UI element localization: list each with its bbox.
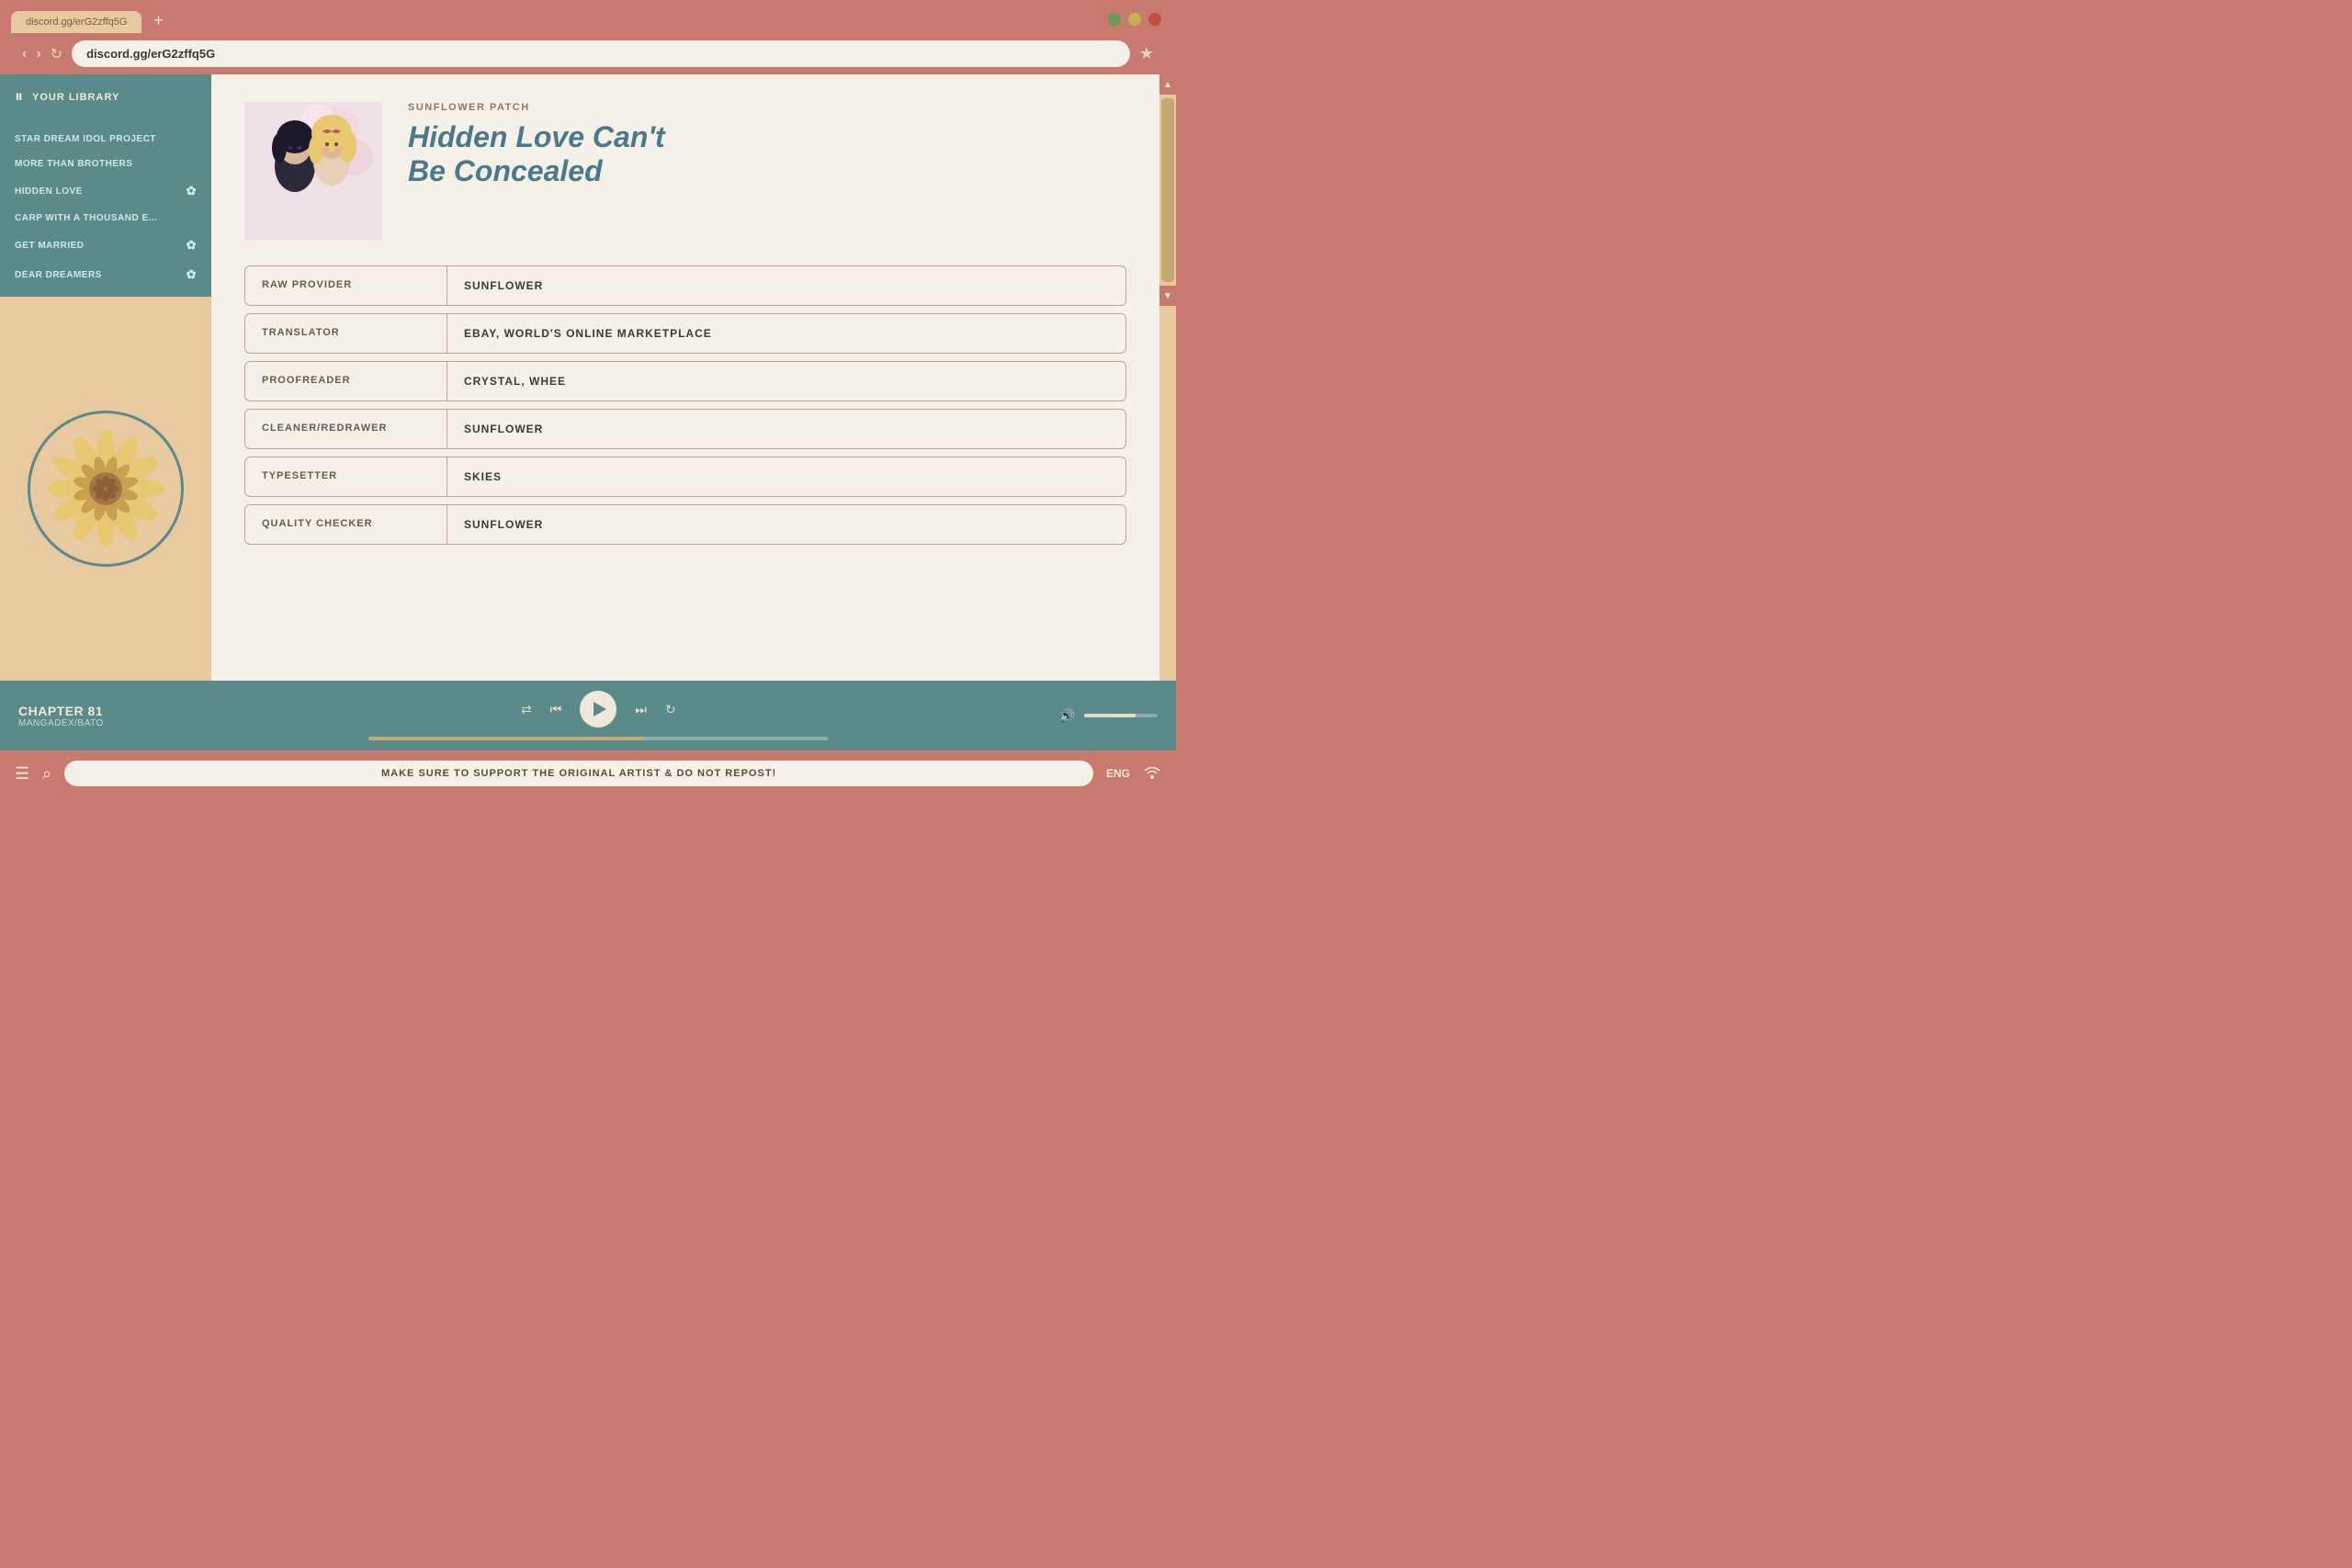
sunflower-svg bbox=[46, 429, 165, 548]
manga-title-line2: Be Concealed bbox=[408, 154, 603, 187]
status-message: MAKE SURE TO SUPPORT THE ORIGINAL ARTIST… bbox=[64, 761, 1093, 786]
credit-label-typesetter: TYPESETTER bbox=[245, 457, 447, 496]
chapter-source: MANGADEX/BATO bbox=[18, 718, 138, 728]
bookmark-icon: ✿ bbox=[187, 184, 197, 198]
player-bar: CHAPTER 81 MANGADEX/BATO ⇄ ⏮ ⏭ ↻ 🔊 bbox=[0, 681, 1176, 750]
credit-value-typesetter: SKIES bbox=[447, 457, 518, 496]
manga-cover-art bbox=[244, 102, 382, 240]
progress-fill bbox=[368, 737, 644, 740]
credits-row-raw: RAW PROVIDER SUNFLOWER bbox=[244, 265, 1126, 306]
volume-icon: 🔊 bbox=[1059, 708, 1075, 724]
forward-button[interactable]: › bbox=[36, 46, 40, 62]
new-tab-button[interactable]: + bbox=[145, 7, 171, 33]
sidebar-item-star-dream[interactable]: STAR DREAM IDOL PROJECT bbox=[0, 127, 211, 152]
tab-label: discord.gg/erG2zffq5G bbox=[26, 17, 127, 28]
sidebar-item-label: HIDDEN LOVE bbox=[15, 186, 83, 197]
progress-bar[interactable] bbox=[368, 737, 828, 740]
shuffle-button[interactable]: ⇄ bbox=[521, 702, 532, 717]
credit-label-cleaner: CLEANER/REDRAWER bbox=[245, 410, 447, 448]
browser-content: ⏸ YOUR LIBRARY STAR DREAM IDOL PROJECT M… bbox=[0, 74, 1176, 681]
scroll-thumb[interactable] bbox=[1161, 98, 1174, 282]
scanlation-group: SUNFLOWER PATCH bbox=[408, 102, 1126, 113]
address-bar[interactable] bbox=[72, 40, 1130, 67]
manga-info: SUNFLOWER PATCH Hidden Love Can't Be Con… bbox=[408, 102, 1126, 240]
chapter-title: CHAPTER 81 bbox=[18, 704, 138, 718]
sidebar-item-label: DEAR DREAMERS bbox=[15, 270, 102, 280]
credit-value-cleaner: SUNFLOWER bbox=[447, 410, 560, 448]
sidebar-item-label: GET MARRIED bbox=[15, 241, 85, 251]
sidebar-item-more-than-brothers[interactable]: MORE THAN BROTHERS bbox=[0, 152, 211, 176]
manga-cover bbox=[244, 102, 382, 240]
volume-section: 🔊 bbox=[1059, 708, 1158, 724]
scroll-up-button[interactable]: ▲ bbox=[1159, 74, 1176, 95]
sidebar-header: ⏸ YOUR LIBRARY bbox=[0, 74, 211, 119]
minimize-button[interactable] bbox=[1108, 13, 1121, 26]
credits-row-cleaner: CLEANER/REDRAWER SUNFLOWER bbox=[244, 409, 1126, 449]
credits-row-translator: TRANSLATOR EBAY, WORLD'S ONLINE MARKETPL… bbox=[244, 313, 1126, 354]
tab-bar: discord.gg/erG2zffq5G + bbox=[11, 7, 1165, 33]
bookmark-star[interactable]: ★ bbox=[1139, 44, 1154, 63]
browser-window: discord.gg/erG2zffq5G + ‹ › ↻ ★ ⏸ bbox=[0, 0, 1176, 796]
volume-bar[interactable] bbox=[1084, 714, 1158, 717]
credit-value-raw: SUNFLOWER bbox=[447, 266, 560, 305]
repeat-button[interactable]: ↻ bbox=[665, 702, 676, 717]
sidebar: ⏸ YOUR LIBRARY STAR DREAM IDOL PROJECT M… bbox=[0, 74, 211, 681]
scroll-down-button[interactable]: ▼ bbox=[1159, 286, 1176, 306]
credit-value-quality: SUNFLOWER bbox=[447, 505, 560, 544]
sidebar-item-dear-dreamers[interactable]: DEAR DREAMERS ✿ bbox=[0, 260, 211, 289]
play-icon bbox=[594, 702, 606, 716]
status-right: ENG bbox=[1106, 765, 1161, 783]
sidebar-item-carp[interactable]: CARP WITH A THOUSAND E... bbox=[0, 206, 211, 231]
scrollbar: ▲ ▼ bbox=[1159, 74, 1176, 681]
wifi-icon bbox=[1143, 765, 1161, 783]
credit-label-raw: RAW PROVIDER bbox=[245, 266, 447, 305]
close-button[interactable] bbox=[1148, 13, 1161, 26]
address-row: ‹ › ↻ ★ bbox=[11, 33, 1165, 74]
back-button[interactable]: ‹ bbox=[22, 46, 27, 62]
sidebar-item-hidden-love[interactable]: HIDDEN LOVE ✿ bbox=[0, 176, 211, 206]
credit-value-translator: EBAY, WORLD'S ONLINE MARKETPLACE bbox=[447, 314, 729, 353]
sidebar-logo-area bbox=[0, 297, 211, 681]
credit-label-translator: TRANSLATOR bbox=[245, 314, 447, 353]
cover-illustration bbox=[244, 102, 382, 240]
volume-fill bbox=[1084, 714, 1136, 717]
manga-header: SUNFLOWER PATCH Hidden Love Can't Be Con… bbox=[244, 102, 1126, 240]
credits-row-proofreader: PROOFREADER CRYSTAL, WHEE bbox=[244, 361, 1126, 401]
main-content: SUNFLOWER PATCH Hidden Love Can't Be Con… bbox=[211, 74, 1159, 681]
play-button[interactable] bbox=[580, 691, 616, 728]
sidebar-item-get-married[interactable]: GET MARRIED ✿ bbox=[0, 231, 211, 260]
manga-title: Hidden Love Can't Be Concealed bbox=[408, 120, 1126, 188]
hamburger-menu-icon[interactable]: ☰ bbox=[15, 764, 29, 784]
browser-chrome: discord.gg/erG2zffq5G + ‹ › ↻ ★ bbox=[0, 0, 1176, 74]
credit-label-proofreader: PROOFREADER bbox=[245, 362, 447, 400]
manga-title-line1: Hidden Love Can't bbox=[408, 120, 665, 153]
status-bar: ☰ ⌕ MAKE SURE TO SUPPORT THE ORIGINAL AR… bbox=[0, 750, 1176, 796]
previous-button[interactable]: ⏮ bbox=[550, 702, 562, 717]
maximize-button[interactable] bbox=[1128, 13, 1141, 26]
search-icon[interactable]: ⌕ bbox=[42, 764, 51, 784]
chapter-info: CHAPTER 81 MANGADEX/BATO bbox=[18, 704, 138, 728]
credit-value-proofreader: CRYSTAL, WHEE bbox=[447, 362, 582, 400]
next-button[interactable]: ⏭ bbox=[635, 702, 647, 717]
credits-section: RAW PROVIDER SUNFLOWER TRANSLATOR EBAY, … bbox=[244, 265, 1126, 545]
bookmark-icon: ✿ bbox=[187, 238, 197, 253]
window-controls bbox=[1108, 13, 1161, 26]
controls-row: ⇄ ⏮ ⏭ ↻ bbox=[521, 691, 676, 728]
credits-row-quality: QUALITY CHECKER SUNFLOWER bbox=[244, 504, 1126, 545]
sunflower-logo bbox=[28, 411, 184, 567]
sidebar-item-label: CARP WITH A THOUSAND E... bbox=[15, 213, 157, 223]
active-tab[interactable]: discord.gg/erG2zffq5G bbox=[11, 11, 141, 33]
player-controls: ⇄ ⏮ ⏭ ↻ bbox=[153, 691, 1045, 740]
bookmark-icon: ✿ bbox=[187, 267, 197, 282]
reload-button[interactable]: ↻ bbox=[51, 45, 62, 63]
sidebar-item-label: STAR DREAM IDOL PROJECT bbox=[15, 134, 156, 144]
sidebar-nav: STAR DREAM IDOL PROJECT MORE THAN BROTHE… bbox=[0, 119, 211, 297]
library-icon: ⏸ bbox=[15, 87, 23, 107]
language-label: ENG bbox=[1106, 767, 1130, 780]
credit-label-quality: QUALITY CHECKER bbox=[245, 505, 447, 544]
sidebar-item-label: MORE THAN BROTHERS bbox=[15, 159, 132, 169]
credits-row-typesetter: TYPESETTER SKIES bbox=[244, 457, 1126, 497]
sidebar-title: YOUR LIBRARY bbox=[32, 92, 119, 103]
